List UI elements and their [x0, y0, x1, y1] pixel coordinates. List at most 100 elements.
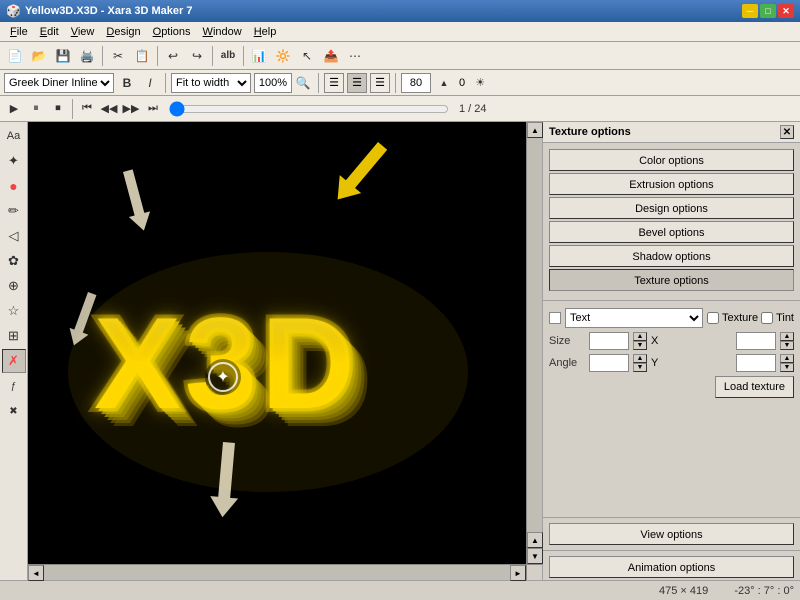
- redo-button[interactable]: ↪: [186, 45, 208, 67]
- size-y-up[interactable]: ▲: [780, 332, 794, 341]
- font-select[interactable]: Greek Diner Inline TT: [4, 73, 114, 93]
- save-button[interactable]: 💾: [52, 45, 74, 67]
- angle-y-up[interactable]: ▲: [780, 354, 794, 363]
- menu-help[interactable]: Help: [248, 25, 283, 39]
- menu-window[interactable]: Window: [197, 25, 248, 39]
- canvas-background[interactable]: X3D X3D X3D X3D X3D X3D X3D X3D X3D: [28, 122, 526, 564]
- app-icon: 🎲: [6, 4, 21, 18]
- animation-options-button[interactable]: Animation options: [549, 556, 794, 578]
- scroll-left-button[interactable]: ◄: [28, 565, 44, 581]
- menu-options[interactable]: Options: [147, 25, 197, 39]
- open-button[interactable]: 📂: [28, 45, 50, 67]
- minimize-button[interactable]: ─: [742, 4, 758, 18]
- next-frame-button[interactable]: ▶▶: [121, 99, 141, 119]
- new-button[interactable]: 📄: [4, 45, 26, 67]
- tool-transform[interactable]: ✿: [2, 249, 26, 273]
- italic-button[interactable]: I: [140, 73, 160, 93]
- last-frame-button[interactable]: ⏭: [143, 99, 163, 119]
- scroll-panel-down[interactable]: ▼: [527, 548, 543, 564]
- size-x-down[interactable]: ▼: [633, 341, 647, 350]
- opacity-value: 80: [401, 73, 431, 93]
- tool-bottom2[interactable]: ✖: [2, 399, 26, 423]
- menu-edit[interactable]: Edit: [34, 25, 65, 39]
- tool-color[interactable]: ●: [2, 174, 26, 198]
- h-scroll-track[interactable]: [44, 565, 510, 580]
- bold-button[interactable]: B: [117, 73, 137, 93]
- tool-lighting[interactable]: ☆: [2, 299, 26, 323]
- tool-zoom[interactable]: ⊕: [2, 274, 26, 298]
- close-button[interactable]: ✕: [778, 4, 794, 18]
- print-button[interactable]: 🖨️: [76, 45, 98, 67]
- play-button[interactable]: ▶: [4, 99, 24, 119]
- angle-x-input[interactable]: [589, 354, 629, 372]
- align-left-button[interactable]: ☰: [324, 73, 344, 93]
- design-options-button[interactable]: Design options: [549, 197, 794, 219]
- copy-button[interactable]: 📋: [131, 45, 153, 67]
- tool-bottom1[interactable]: ƒ: [2, 374, 26, 398]
- scroll-panel-up[interactable]: ▲: [527, 532, 543, 548]
- main-area: Aa ✦ ● ✏ ◁ ✿ ⊕ ☆ ⊞ ✗ ƒ ✖: [0, 122, 800, 580]
- cursor-button[interactable]: ↖: [296, 45, 318, 67]
- stop-button[interactable]: ⏹: [48, 99, 68, 119]
- size-y-down[interactable]: ▼: [780, 341, 794, 350]
- view-options-button[interactable]: View options: [549, 523, 794, 545]
- fit-to-width-select[interactable]: Fit to width: [171, 73, 251, 93]
- export-button[interactable]: 📤: [320, 45, 342, 67]
- sep-align: [395, 73, 396, 93]
- tool-select[interactable]: ✦: [2, 149, 26, 173]
- size-x-up[interactable]: ▲: [633, 332, 647, 341]
- tool-text[interactable]: Aa: [2, 124, 26, 148]
- status-bar: 475 × 419 -23° : 7° : 0°: [0, 580, 800, 600]
- tool-effects[interactable]: ⊞: [2, 324, 26, 348]
- tool-paint[interactable]: ✏: [2, 199, 26, 223]
- angle-x-down[interactable]: ▼: [633, 363, 647, 372]
- align-right-button[interactable]: ☰: [370, 73, 390, 93]
- opacity-up[interactable]: ▲: [434, 73, 454, 93]
- maximize-button[interactable]: □: [760, 4, 776, 18]
- size-x-input[interactable]: [589, 332, 629, 350]
- opacity-icon[interactable]: ☀: [470, 73, 490, 93]
- tool-shape[interactable]: ◁: [2, 224, 26, 248]
- scroll-up-button[interactable]: ▲: [527, 122, 543, 138]
- shadow-options-button[interactable]: Shadow options: [549, 245, 794, 267]
- menu-view[interactable]: View: [65, 25, 101, 39]
- animation-bar: ▶ ⏸ ⏹ ⏮ ◀◀ ▶▶ ⏭ 1 / 24: [0, 96, 800, 122]
- option-button[interactable]: ⋯: [344, 45, 366, 67]
- chart-button[interactable]: 📊: [248, 45, 270, 67]
- zoom-button[interactable]: 🔍: [293, 73, 313, 93]
- undo-button[interactable]: ↩: [162, 45, 184, 67]
- panel-close-button[interactable]: ✕: [780, 125, 794, 139]
- color-options-button[interactable]: Color options: [549, 149, 794, 171]
- cut-button[interactable]: ✂: [107, 45, 129, 67]
- extrusion-options-button[interactable]: Extrusion options: [549, 173, 794, 195]
- angle-y-down[interactable]: ▼: [780, 363, 794, 372]
- texture-options-button[interactable]: Texture options: [549, 269, 794, 291]
- texture-type-select[interactable]: Text: [565, 308, 703, 328]
- prev-frame-button[interactable]: ◀◀: [99, 99, 119, 119]
- image-button[interactable]: 🔆: [272, 45, 294, 67]
- texture-color-swatch[interactable]: [549, 312, 561, 324]
- size-y-input[interactable]: [736, 332, 776, 350]
- menu-file[interactable]: File: [4, 25, 34, 39]
- tool-x[interactable]: ✗: [2, 349, 26, 373]
- tint-label: Tint: [776, 312, 794, 324]
- texture-checkbox[interactable]: [707, 312, 719, 324]
- menu-design[interactable]: Design: [100, 25, 146, 39]
- first-frame-button[interactable]: ⏮: [77, 99, 97, 119]
- angle-x-up[interactable]: ▲: [633, 354, 647, 363]
- scroll-corner: [526, 564, 542, 580]
- scroll-right-button[interactable]: ►: [510, 565, 526, 581]
- angle-y-input[interactable]: [736, 354, 776, 372]
- text-button[interactable]: alb: [217, 45, 239, 67]
- align-center-button[interactable]: ☰: [347, 73, 367, 93]
- tint-checkbox[interactable]: [761, 312, 773, 324]
- sparkle: ✦: [205, 359, 241, 395]
- load-texture-button[interactable]: Load texture: [715, 376, 794, 398]
- panel-header: Texture options ✕: [543, 122, 800, 143]
- zoom-level: 100%: [254, 73, 292, 93]
- option-buttons-group: Color options Extrusion options Design o…: [543, 143, 800, 297]
- frame-slider[interactable]: [169, 102, 449, 116]
- bevel-options-button[interactable]: Bevel options: [549, 221, 794, 243]
- pause-button[interactable]: ⏸: [26, 99, 46, 119]
- v-scroll-track[interactable]: [527, 138, 542, 532]
